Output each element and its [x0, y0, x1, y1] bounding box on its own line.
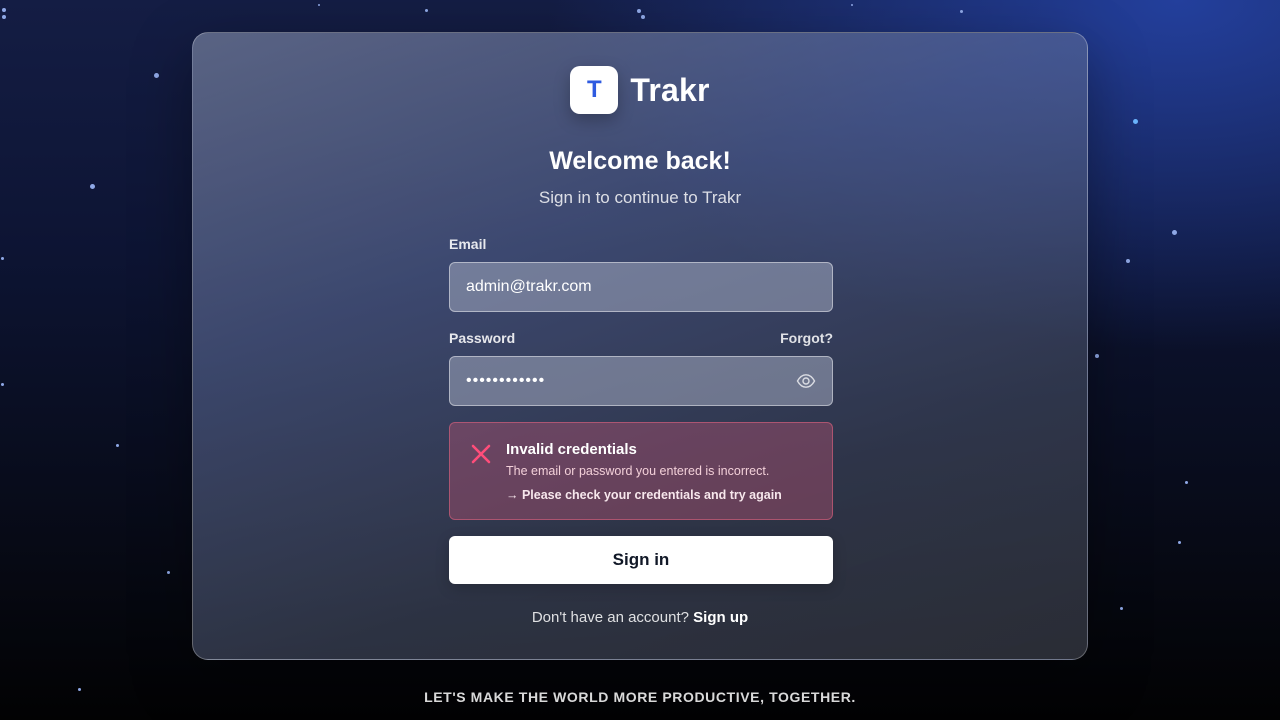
password-field[interactable]: ••••••••••••: [449, 356, 833, 406]
email-value: admin@trakr.com: [466, 278, 592, 295]
error-title: Invalid credentials: [506, 441, 637, 458]
brand: T Trakr: [193, 66, 1087, 114]
email-label-row: Email: [449, 235, 833, 253]
page-subtitle: Sign in to continue to Trakr: [538, 188, 742, 207]
password-label: Password: [449, 330, 516, 346]
page-title: Welcome back!: [549, 147, 731, 175]
brand-name: Trakr: [630, 71, 710, 108]
signup-prompt-row: Don't have an account? Sign up: [193, 609, 1087, 626]
footer-tagline: LET'S MAKE THE WORLD MORE PRODUCTIVE, TO…: [424, 689, 856, 705]
sign-in-button[interactable]: Sign in: [449, 536, 833, 584]
error-message: The email or password you entered is inc…: [506, 464, 770, 478]
email-field[interactable]: admin@trakr.com: [449, 262, 833, 312]
logo-letter: T: [587, 76, 602, 103]
password-value: ••••••••••••: [466, 372, 546, 389]
app-logo-icon: T: [570, 66, 619, 114]
error-hint: → Please check your credentials and try …: [506, 488, 782, 502]
password-label-row: Password Forgot?: [449, 329, 833, 347]
login-form: Email admin@trakr.com Password Forgot? •…: [449, 235, 833, 584]
login-card: T Trakr Welcome back! Sign in to continu…: [192, 32, 1088, 660]
close-icon: [470, 443, 492, 465]
sign-up-link[interactable]: Sign up: [693, 609, 748, 626]
email-label: Email: [449, 236, 487, 252]
eye-icon[interactable]: [796, 371, 816, 391]
signup-prompt: Don't have an account?: [531, 609, 689, 626]
forgot-password-link[interactable]: Forgot?: [780, 330, 833, 346]
error-alert: Invalid credentials The email or passwor…: [449, 422, 833, 520]
